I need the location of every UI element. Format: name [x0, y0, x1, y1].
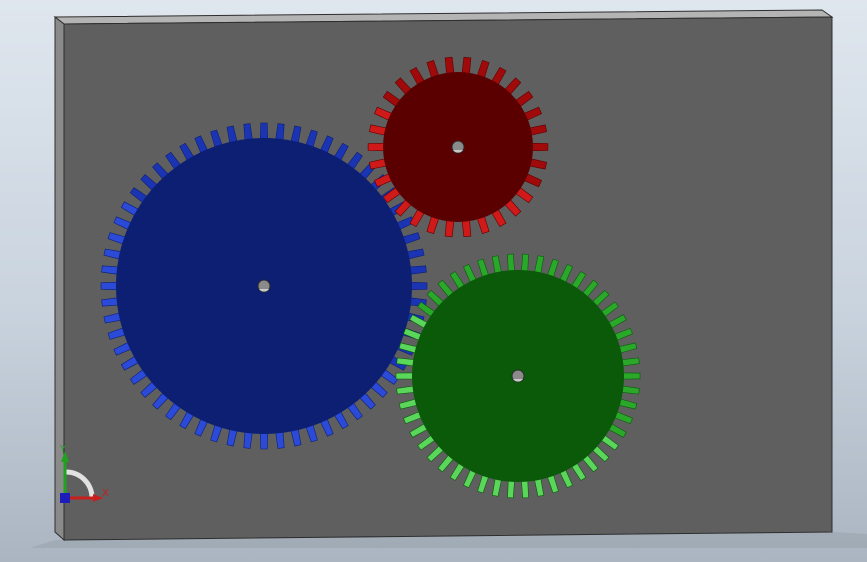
y-axis-label: Y	[59, 444, 67, 455]
z-axis-origin-cube	[60, 493, 70, 503]
model-scene[interactable]: Y X	[0, 0, 867, 562]
x-axis-label: X	[102, 488, 109, 499]
3d-viewport[interactable]: Y X	[0, 0, 867, 562]
